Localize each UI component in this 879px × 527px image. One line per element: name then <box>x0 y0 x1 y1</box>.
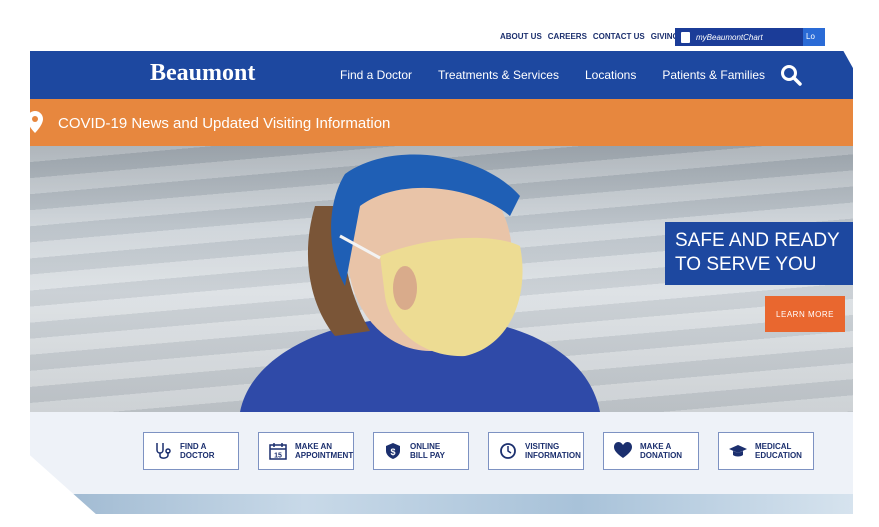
online-bill-pay-button[interactable]: $ ONLINE BILL PAY <box>373 432 469 470</box>
make-appointment-button[interactable]: 15 MAKE AN APPOINTMENT <box>258 432 354 470</box>
hero-photo-nurse <box>240 154 600 412</box>
find-a-doctor-line1: FIND A <box>180 442 207 451</box>
learn-more-button[interactable]: LEARN MORE <box>765 296 845 332</box>
find-a-doctor-line2: DOCTOR <box>180 451 215 460</box>
contact-us-link[interactable]: CONTACT US <box>593 32 645 41</box>
main-navigation: Beaumont Find a Doctor Treatments & Serv… <box>30 51 853 99</box>
stethoscope-icon <box>156 443 171 459</box>
make-donation-line1: MAKE A <box>640 442 672 451</box>
quick-links-bar: FIND A DOCTOR 15 MAKE AN APPOINTMENT $ ONL… <box>30 412 853 494</box>
hero-headline-box: SAFE AND READY TO SERVE YOU <box>665 222 853 285</box>
about-us-link[interactable]: ABOUT US <box>500 32 542 41</box>
dollar-shield-icon: $ <box>386 443 400 459</box>
nav-patients-families[interactable]: Patients & Families <box>662 68 765 82</box>
nav-locations[interactable]: Locations <box>585 68 636 82</box>
hero-headline-line2: TO SERVE YOU <box>675 254 817 275</box>
nav-treatments-services[interactable]: Treatments & Services <box>438 68 559 82</box>
careers-link[interactable]: CAREERS <box>548 32 587 41</box>
online-bill-pay-line2: BILL PAY <box>410 451 445 460</box>
medical-education-button[interactable]: MEDICAL EDUCATION <box>718 432 814 470</box>
next-section-preview <box>30 494 853 514</box>
utility-bar: ABOUT US CAREERS CONTACT US GIVING myBea… <box>30 24 853 51</box>
make-donation-button[interactable]: MAKE A DONATION <box>603 432 699 470</box>
covid-banner-text: COVID-19 News and Updated Visiting Infor… <box>58 115 391 132</box>
location-pin-icon <box>30 111 43 133</box>
covid-banner[interactable]: COVID-19 News and Updated Visiting Infor… <box>30 99 853 146</box>
graduation-cap-icon <box>729 445 747 457</box>
find-a-doctor-button[interactable]: FIND A DOCTOR <box>143 432 239 470</box>
svg-text:$: $ <box>390 447 395 457</box>
make-appointment-line2: APPOINTMENT <box>295 451 354 460</box>
document-icon <box>681 31 690 43</box>
visiting-information-button[interactable]: VISITING INFORMATION <box>488 432 584 470</box>
nav-find-a-doctor[interactable]: Find a Doctor <box>340 68 412 82</box>
make-donation-line2: DONATION <box>640 451 683 460</box>
clock-icon <box>500 443 516 459</box>
medical-education-line1: MEDICAL <box>755 442 792 451</box>
nav-menu: Find a Doctor Treatments & Services Loca… <box>340 68 791 82</box>
make-appointment-line1: MAKE AN <box>295 442 333 451</box>
search-icon[interactable] <box>780 64 802 86</box>
hero-banner: SAFE AND READY TO SERVE YOU LEARN MORE <box>30 146 853 412</box>
mybeaumontchart-button[interactable]: myBeaumontChart Lo <box>675 28 825 46</box>
mybeaumontchart-label: myBeaumontChart <box>696 32 763 42</box>
online-bill-pay-line1: ONLINE <box>410 442 441 451</box>
hero-headline-line1: SAFE AND READY <box>675 230 840 251</box>
beaumont-logo[interactable]: Beaumont <box>150 60 255 87</box>
svg-text:15: 15 <box>274 453 282 460</box>
calendar-icon: 15 <box>269 443 287 460</box>
medical-education-line2: EDUCATION <box>755 451 802 460</box>
visiting-information-line2: INFORMATION <box>525 451 581 460</box>
heart-icon <box>614 442 632 458</box>
browser-frame: ABOUT US CAREERS CONTACT US GIVING myBea… <box>0 0 879 527</box>
login-label: Lo <box>806 32 815 41</box>
web-page: ABOUT US CAREERS CONTACT US GIVING myBea… <box>30 24 853 514</box>
visiting-information-line1: VISITING <box>525 442 560 451</box>
login-button[interactable]: Lo <box>803 28 825 46</box>
utility-links: ABOUT US CAREERS CONTACT US GIVING <box>500 32 679 41</box>
